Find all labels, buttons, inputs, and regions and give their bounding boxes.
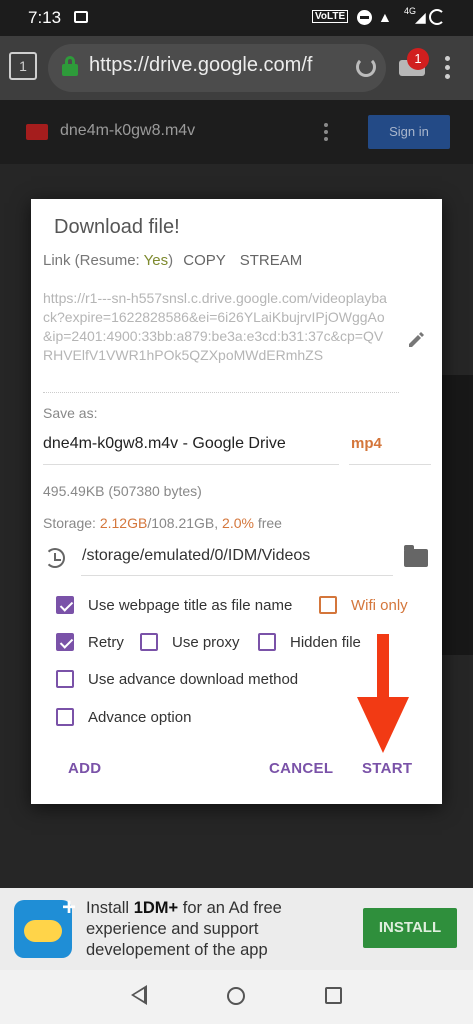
home-icon[interactable] [227,987,245,1005]
link-label: Link (Resume: [43,252,144,269]
wifi-only-label[interactable]: Wifi only [351,597,408,614]
advance-option-label[interactable]: Advance option [88,709,191,726]
back-icon[interactable] [131,985,147,1005]
hidden-file-checkbox[interactable] [258,633,276,651]
ad-brand: 1DM+ [133,899,179,917]
ad-text-start: Install [86,899,134,917]
sign-in-button: Sign in [368,115,450,149]
install-button[interactable]: INSTALL [363,908,457,948]
tab-switcher-button[interactable]: 1 [9,52,37,80]
file-name-underline [43,464,339,465]
advance-option-checkbox[interactable] [56,708,74,726]
download-url[interactable]: https://r1---sn-h557snsl.c.drive.google.… [43,289,391,365]
storage-info: Storage: 2.12GB/108.21GB, 2.0% free [43,515,282,531]
file-extension-field[interactable]: mp4 [351,435,382,452]
save-as-label: Save as: [43,405,98,421]
ad-text[interactable]: Install 1DM+ for an Ad free experience a… [86,898,326,961]
signal-icon: ▲ [378,9,392,25]
status-time: 7:13 [28,8,62,27]
video-file-icon [26,124,48,140]
resume-value: Yes [143,252,169,269]
wifi-only-checkbox[interactable] [319,596,337,614]
app-logo-icon[interactable]: + [14,894,76,958]
retry-checkbox[interactable] [56,633,74,651]
do-not-disturb-icon [357,10,372,25]
image-notification-icon [74,11,88,23]
file-size: 495.49KB (507380 bytes) [43,483,202,499]
stream-button[interactable]: STREAM [240,252,303,269]
folder-icon[interactable] [404,545,428,567]
recent-apps-icon[interactable] [325,987,342,1004]
ad-banner[interactable]: + Install 1DM+ for an Ad free experience… [0,888,473,970]
download-count-badge[interactable]: 1 [407,48,429,70]
link-resume-row: Link (Resume: Yes) COPY STREAM [43,252,302,269]
url-divider [43,392,399,393]
system-nav-bar [0,970,473,1024]
history-icon[interactable] [45,548,65,568]
start-button[interactable]: START [362,760,412,777]
hidden-file-label[interactable]: Hidden file [290,634,361,651]
link-label-end: ) [168,252,174,269]
battery-icon [429,9,445,25]
page-file-name: dne4m-k0gw8.m4v [60,122,196,139]
arrow-annotation-head [357,697,409,753]
copy-link-button[interactable]: COPY [183,252,225,269]
save-path-field[interactable]: /storage/emulated/0/IDM/Videos [82,547,310,565]
add-button[interactable]: ADD [68,760,101,777]
advance-method-checkbox[interactable] [56,670,74,688]
storage-used: 2.12GB [99,515,148,531]
path-underline [81,575,393,576]
reload-icon[interactable] [356,57,376,77]
storage-total: /108.21GB, [147,515,223,531]
use-title-checkbox[interactable] [56,596,74,614]
status-bar: 7:13 VoLTE ▲ 4G ◢ [0,0,473,36]
browser-toolbar: 1 https://drive.google.com/f 1 [0,36,473,100]
retry-label[interactable]: Retry [88,634,124,651]
file-name-field[interactable]: dne4m-k0gw8.m4v - Google Drive [43,435,286,453]
extension-underline [349,464,431,465]
advance-method-label[interactable]: Use advance download method [88,671,298,688]
browser-menu-icon[interactable] [444,56,450,80]
storage-percent: 2.0% [222,515,254,531]
lock-icon[interactable] [62,56,78,76]
url-text[interactable]: https://drive.google.com/f [89,54,347,77]
signal-strength-icon: ◢ [415,9,426,25]
storage-free: free [253,515,282,531]
use-proxy-label[interactable]: Use proxy [172,634,240,651]
cancel-button[interactable]: CANCEL [269,760,333,777]
volte-indicator: VoLTE [312,10,349,23]
page-more-icon [324,123,328,141]
edit-url-icon[interactable] [407,331,425,349]
dialog-title: Download file! [54,216,180,238]
use-proxy-checkbox[interactable] [140,633,158,651]
storage-label: Storage: [43,515,100,531]
use-title-label[interactable]: Use webpage title as file name [88,597,292,614]
